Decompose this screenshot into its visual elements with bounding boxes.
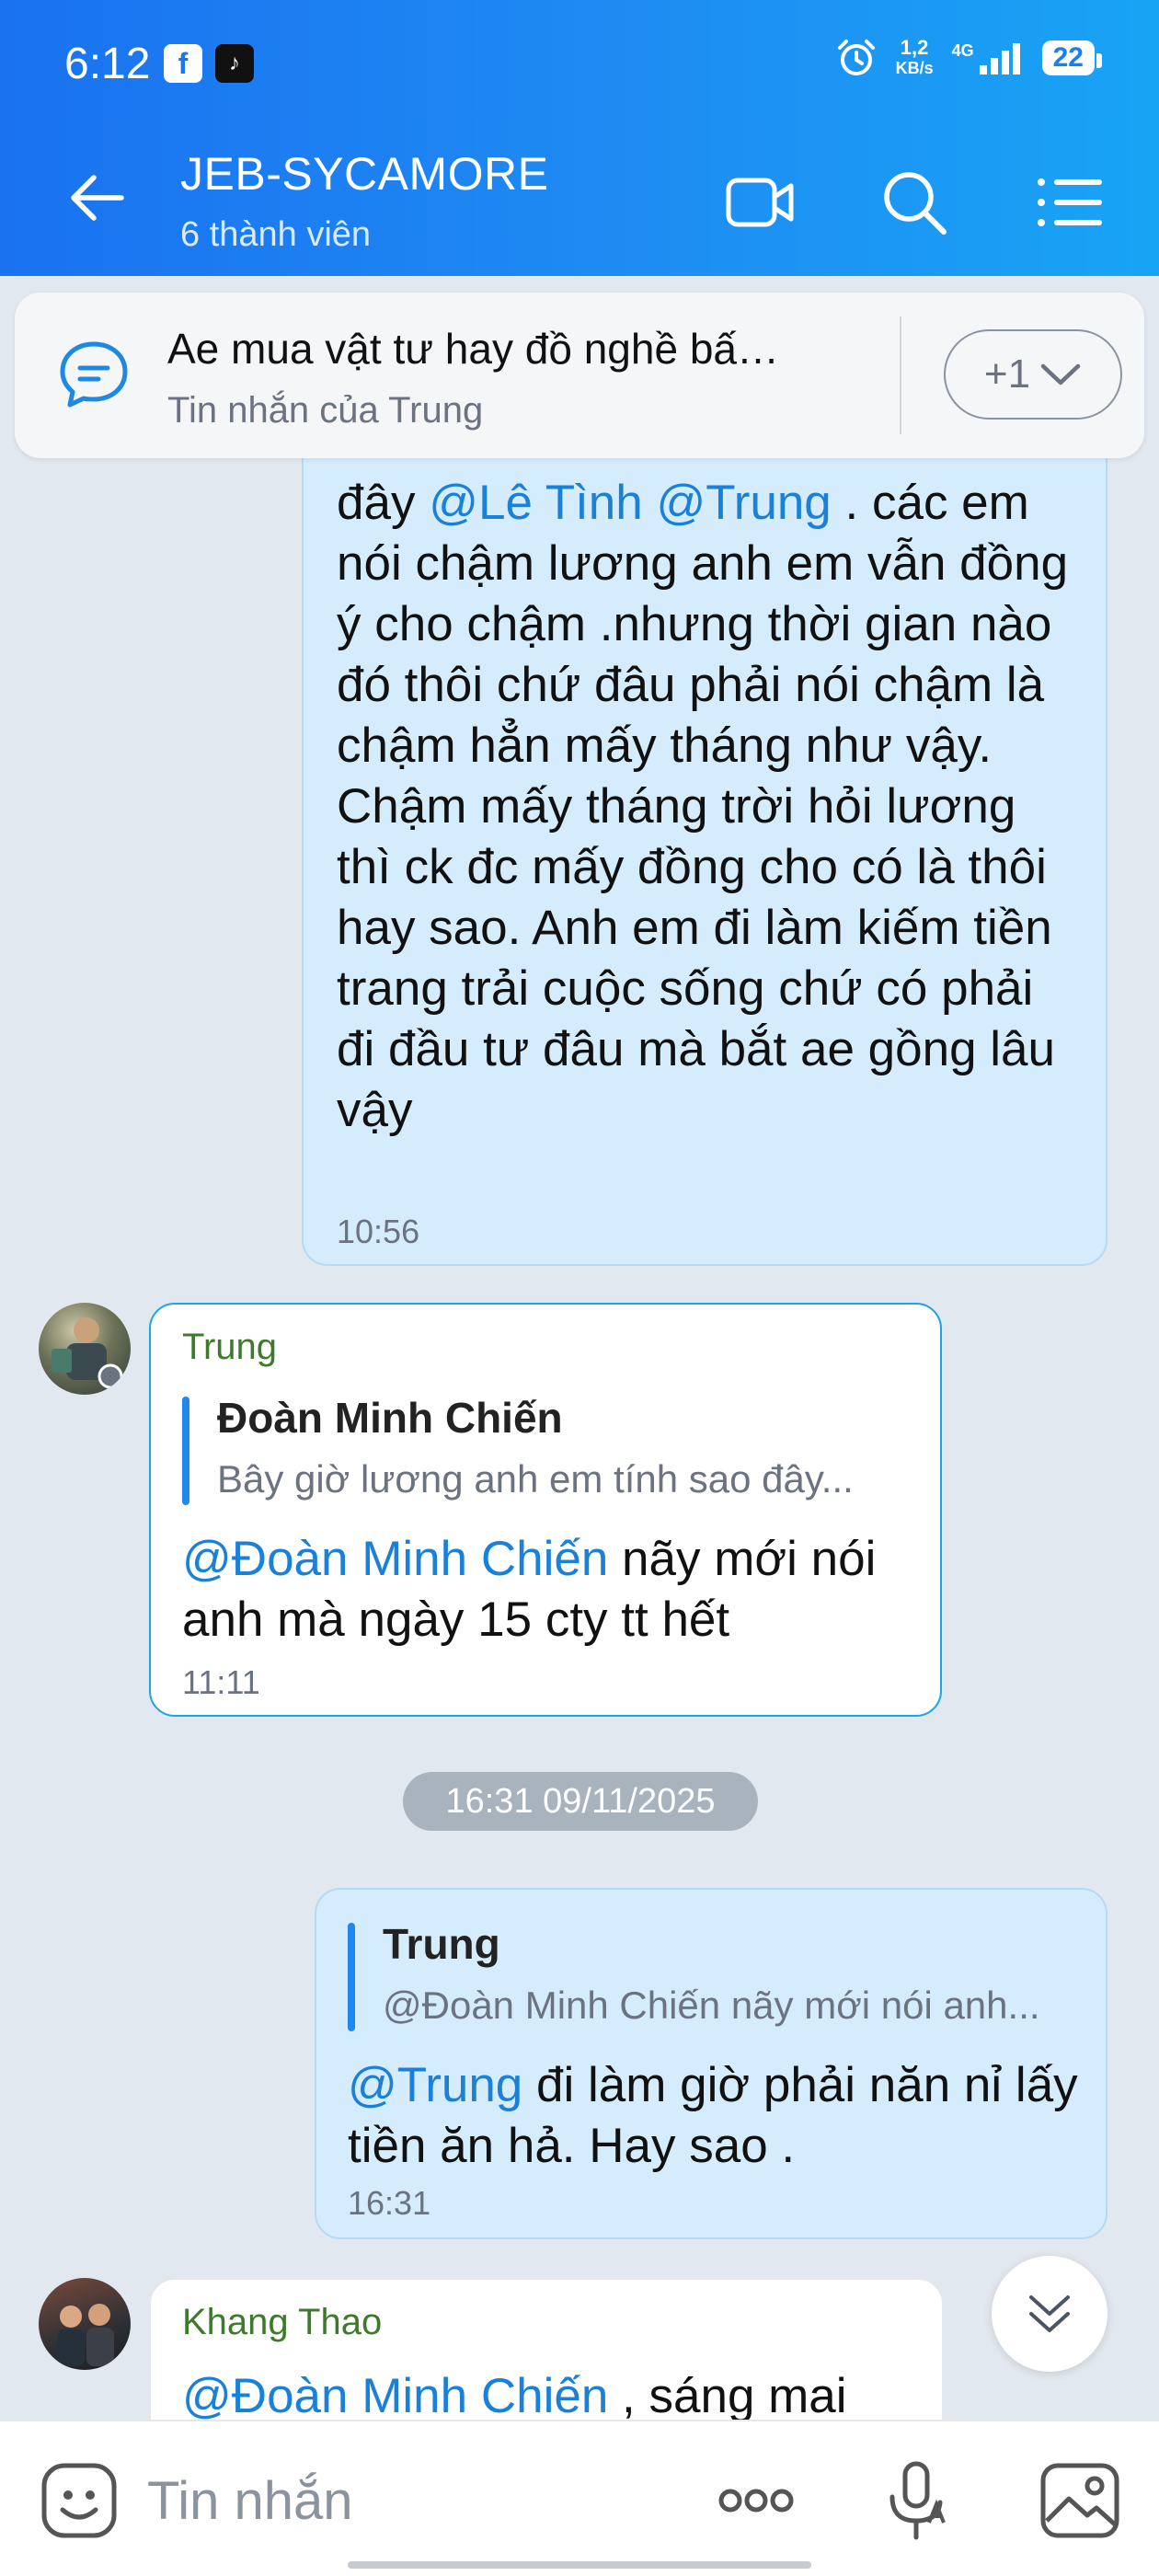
network-speed-value: 1,2: [900, 36, 929, 59]
message-time: 11:11: [182, 1663, 260, 1701]
mention-doan-minh-chien[interactable]: @Đoàn Minh Chiến: [182, 2369, 608, 2423]
group-title[interactable]: JEB-SYCAMORE: [180, 147, 549, 201]
mention-doan-minh-chien[interactable]: @Đoàn Minh Chiến: [182, 1532, 608, 1586]
voice-microphone-icon[interactable]: [874, 2456, 962, 2545]
quote-text: @Đoàn Minh Chiến nãy mới nói anh...: [383, 1984, 1040, 2027]
mention-le-tinh[interactable]: @Lê Tình: [429, 476, 643, 530]
tiktok-icon: ♪: [215, 44, 254, 83]
battery-icon: 22: [1041, 40, 1103, 75]
status-time: 6:12: [64, 40, 151, 88]
network-speed: 1,2 KB/s: [896, 38, 934, 78]
double-chevron-down-icon: [1029, 2295, 1070, 2332]
avatar-khang-thao[interactable]: [39, 2278, 131, 2370]
member-count[interactable]: 6 thành viên: [180, 215, 371, 255]
avatar-trung[interactable]: [39, 1303, 131, 1395]
message-body: , sáng mai: [608, 2369, 847, 2423]
pinned-more-count: +1: [983, 351, 1031, 397]
quote-text: Bây giờ lương anh em tính sao đây...: [217, 1457, 854, 1501]
message-text: @Trung đi làm giờ phải năn nỉ lấy tiền ă…: [348, 2055, 1084, 2177]
chat-header: 6:12 f ♪ 1,2 KB/s 4G 22 JEB-SYCAMORE 6 t…: [0, 0, 1159, 276]
quoted-message[interactable]: Trung @Đoàn Minh Chiến nãy mới nói anh..…: [348, 1919, 1074, 2031]
alarm-icon: [837, 40, 875, 75]
avatar-image: [57, 2304, 114, 2366]
quote-bar: [182, 1397, 189, 1505]
image-gallery-icon[interactable]: [1036, 2456, 1124, 2545]
message-text: @Đoàn Minh Chiến , sáng mai: [182, 2366, 918, 2427]
scroll-to-bottom-button[interactable]: [992, 2256, 1107, 2372]
message-text-prefix: đây: [337, 476, 430, 530]
message-bubble-mine[interactable]: Trung @Đoàn Minh Chiến nãy mới nói anh..…: [315, 1888, 1107, 2239]
message-input-bar: [0, 2420, 1159, 2576]
search-icon[interactable]: [878, 166, 951, 239]
pinned-subtitle: Tin nhắn của Trung: [167, 390, 484, 431]
chat-bubble-icon: [60, 341, 128, 408]
sticker-icon[interactable]: [35, 2456, 123, 2545]
sender-name[interactable]: Khang Thao: [182, 2302, 382, 2343]
video-call-icon[interactable]: [723, 166, 797, 239]
message-text: @Đoàn Minh Chiến nãy mới nói anh mà ngày…: [182, 1529, 918, 1650]
signal-strength: 4G: [952, 41, 1024, 75]
message-text-suffix: . các em: [831, 476, 1029, 530]
quote-bar: [348, 1923, 355, 2031]
back-arrow-icon[interactable]: [66, 167, 127, 228]
chevron-down-icon: [1040, 363, 1081, 385]
quote-author: Trung: [383, 1920, 500, 1968]
message-input[interactable]: [147, 2455, 662, 2547]
facebook-icon: f: [164, 44, 202, 83]
mention-trung[interactable]: @Trung: [657, 476, 832, 530]
mention-trung[interactable]: @Trung: [348, 2058, 522, 2112]
pinned-message-bar[interactable]: Ae mua vật tư hay đồ nghề bấ… Tin nhắn c…: [15, 293, 1144, 458]
message-bubble-trung[interactable]: Trung Đoàn Minh Chiến Bây giờ lương anh …: [149, 1303, 942, 1717]
message-body: nói chậm lương anh em vẫn đồng ý cho chậ…: [337, 536, 1069, 1137]
menu-list-icon[interactable]: [1034, 166, 1107, 239]
more-options-icon[interactable]: [712, 2456, 800, 2545]
message-time: 10:56: [337, 1213, 420, 1250]
quote-author: Đoàn Minh Chiến: [217, 1394, 563, 1442]
avatar-image: [52, 1317, 123, 1389]
signal-icon: [979, 43, 1020, 75]
network-type: 4G: [951, 41, 974, 60]
pinned-title: Ae mua vật tư hay đồ nghề bấ…: [167, 325, 779, 373]
divider: [900, 316, 901, 434]
message-time: 16:31: [348, 2184, 431, 2222]
date-separator: 16:31 09/11/2025: [403, 1772, 758, 1831]
message-bubble-mine[interactable]: đây @Lê Tình @Trung . các em nói chậm lư…: [302, 386, 1107, 1266]
network-speed-unit: KB/s: [895, 59, 934, 77]
quoted-message[interactable]: Đoàn Minh Chiến Bây giờ lương anh em tín…: [182, 1393, 909, 1505]
sender-name[interactable]: Trung: [182, 1327, 277, 1368]
message-text: đây @Lê Tình @Trung . các em nói chậm lư…: [337, 473, 1082, 1141]
home-indicator: [348, 2561, 811, 2569]
status-right: 1,2 KB/s 4G 22: [835, 37, 1103, 79]
pinned-more-button[interactable]: +1: [944, 329, 1122, 420]
